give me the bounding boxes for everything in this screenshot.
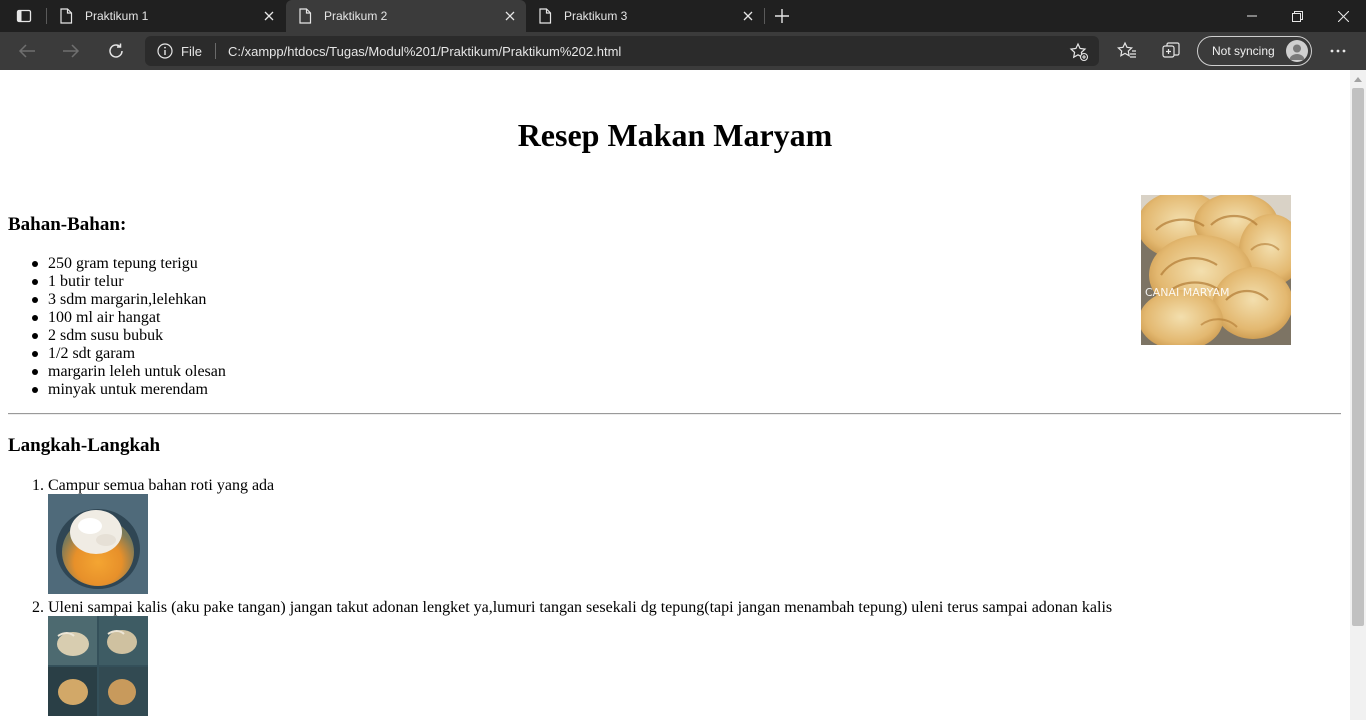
page-icon bbox=[60, 8, 73, 24]
favorites-button[interactable] bbox=[1113, 37, 1141, 65]
step-text: Campur semua bahan roti yang ada bbox=[48, 477, 275, 494]
refresh-icon bbox=[109, 43, 123, 58]
restore-button[interactable] bbox=[1274, 0, 1320, 32]
list-item: 1 butir telur bbox=[8, 273, 226, 291]
restore-icon bbox=[1291, 10, 1303, 22]
page-title: Resep Makan Maryam bbox=[517, 117, 833, 153]
list-item: minyak untuk merendam bbox=[8, 381, 226, 399]
url-text[interactable]: C:/xampp/htdocs/Tugas/Modul%201/Praktiku… bbox=[228, 44, 621, 59]
collections-button[interactable] bbox=[1157, 37, 1185, 65]
image-watermark: CANAI MARYAM bbox=[1145, 286, 1230, 299]
list-item: 250 gram tepung terigu bbox=[8, 255, 226, 273]
tab-separator bbox=[764, 8, 765, 24]
vertical-scrollbar[interactable] bbox=[1350, 70, 1366, 720]
bullet-icon bbox=[32, 387, 38, 393]
list-item: margarin leleh untuk olesan bbox=[8, 363, 226, 381]
minimize-icon bbox=[1247, 15, 1257, 17]
address-divider bbox=[215, 43, 216, 59]
close-icon[interactable] bbox=[502, 8, 518, 24]
horizontal-rule bbox=[8, 413, 1341, 415]
star-add-icon bbox=[1069, 42, 1089, 62]
tab-title: Praktikum 1 bbox=[85, 9, 149, 23]
list-item: 3 sdm margarin,lelehkan bbox=[8, 291, 226, 309]
step-number: 1. bbox=[32, 477, 44, 494]
scroll-up-arrow-icon[interactable] bbox=[1354, 76, 1362, 82]
steps-heading: Langkah-Langkah bbox=[8, 435, 161, 456]
page-icon bbox=[539, 8, 552, 24]
close-icon bbox=[1337, 10, 1349, 22]
address-bar[interactable]: File C:/xampp/htdocs/Tugas/Modul%201/Pra… bbox=[145, 36, 1099, 66]
step-text: Uleni sampai kalis (aku pake tangan) jan… bbox=[48, 599, 1113, 616]
page-icon bbox=[299, 8, 312, 24]
plus-icon bbox=[775, 9, 789, 23]
settings-menu-button[interactable] bbox=[1324, 37, 1352, 65]
ingredients-heading: Bahan-Bahan: bbox=[8, 214, 127, 235]
user-icon bbox=[1289, 44, 1305, 60]
close-icon[interactable] bbox=[740, 8, 756, 24]
arrow-right-icon bbox=[63, 44, 80, 58]
more-horizontal-icon bbox=[1330, 49, 1346, 53]
list-item: 1/2 sdt garam bbox=[8, 345, 226, 363]
close-icon[interactable] bbox=[261, 8, 277, 24]
bullet-icon bbox=[32, 333, 38, 339]
minimize-button[interactable] bbox=[1229, 0, 1275, 32]
favorites-icon bbox=[1117, 41, 1136, 58]
ingredients-list: 250 gram tepung terigu 1 butir telur 3 s… bbox=[8, 255, 226, 399]
sync-status-label: Not syncing bbox=[1212, 44, 1275, 58]
collections-icon bbox=[1162, 42, 1180, 58]
forward-button[interactable] bbox=[57, 37, 85, 65]
tab-strip: Praktikum 1 Praktikum 2 Praktikum 3 bbox=[0, 0, 1366, 32]
bullet-icon bbox=[32, 369, 38, 375]
tab-actions-icon bbox=[16, 9, 32, 23]
bullet-icon bbox=[32, 261, 38, 267]
page-viewport: Resep Makan Maryam CANAI MARYAM Bahan-Ba… bbox=[0, 70, 1350, 720]
bullet-icon bbox=[32, 315, 38, 321]
new-tab-button[interactable] bbox=[770, 4, 794, 28]
info-icon[interactable] bbox=[157, 43, 173, 59]
profile-sync-button[interactable]: Not syncing bbox=[1197, 36, 1312, 66]
tab-actions-button[interactable] bbox=[6, 0, 42, 32]
step-2-image bbox=[48, 616, 148, 716]
list-item: 2 sdm susu bubuk bbox=[8, 327, 226, 345]
close-window-button[interactable] bbox=[1320, 0, 1366, 32]
recipe-main-image: CANAI MARYAM bbox=[1141, 195, 1291, 345]
tab-praktikum-1[interactable]: Praktikum 1 bbox=[47, 0, 285, 32]
bullet-icon bbox=[32, 297, 38, 303]
tab-title: Praktikum 3 bbox=[564, 9, 628, 23]
refresh-button[interactable] bbox=[102, 37, 130, 65]
arrow-left-icon bbox=[18, 44, 35, 58]
list-item: 100 ml air hangat bbox=[8, 309, 226, 327]
bullet-icon bbox=[32, 351, 38, 357]
site-scheme-label[interactable]: File bbox=[181, 44, 202, 59]
tab-praktikum-3[interactable]: Praktikum 3 bbox=[526, 0, 764, 32]
scrollbar-thumb[interactable] bbox=[1352, 88, 1364, 626]
step-1-image bbox=[48, 494, 148, 594]
tab-title: Praktikum 2 bbox=[324, 9, 388, 23]
tab-praktikum-2[interactable]: Praktikum 2 bbox=[286, 0, 526, 32]
back-button[interactable] bbox=[13, 37, 41, 65]
bullet-icon bbox=[32, 279, 38, 285]
add-favorite-button[interactable] bbox=[1069, 42, 1089, 62]
avatar bbox=[1286, 40, 1308, 62]
step-number: 2. bbox=[32, 599, 44, 616]
browser-toolbar: File C:/xampp/htdocs/Tugas/Modul%201/Pra… bbox=[0, 32, 1366, 70]
